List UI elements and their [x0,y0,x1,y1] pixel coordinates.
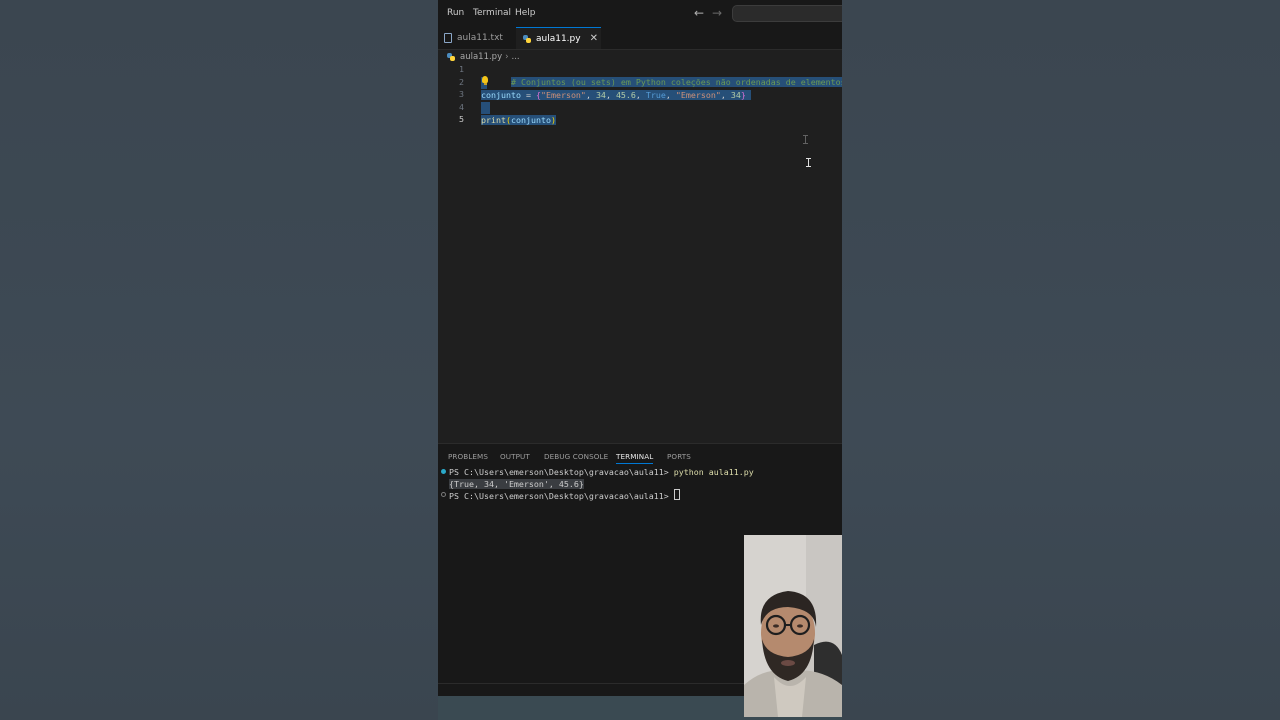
menu-terminal[interactable]: Terminal [473,8,511,18]
code-line-3[interactable]: conjunto = {"Emerson", 34, 45.6, True, "… [481,89,751,101]
string-token: "Emerson" [540,90,586,100]
breadcrumb-ellipsis[interactable]: ... [512,52,520,62]
line-number: 4 [459,101,464,112]
keyword-token: True [645,90,666,100]
string-token: "Emerson" [675,90,721,100]
code-line-4[interactable] [481,101,490,114]
function-token: print [481,115,506,125]
text-cursor-icon [803,135,808,144]
terminal-cursor [673,489,680,500]
tab-output[interactable]: OUTPUT [500,452,530,461]
tab-problems[interactable]: PROBLEMS [448,452,488,461]
separator-token: , [665,90,676,100]
title-bar: Run Terminal Help ← → [438,0,842,27]
lightbulb-icon[interactable] [482,76,488,85]
tab-aula11-txt[interactable]: aula11.txt [438,27,522,49]
command-idle-icon[interactable] [441,492,446,497]
number-token: 34 [595,90,606,100]
tab-terminal[interactable]: TERMINAL [616,452,654,464]
python-file-icon [447,53,455,61]
python-file-icon [523,34,531,43]
separator-token: , [720,90,731,100]
forward-arrow-icon[interactable]: → [712,6,722,20]
back-arrow-icon[interactable]: ← [694,6,704,20]
number-token: 45.6 [615,90,636,100]
argument-token: conjunto [510,115,551,125]
terminal-line-1[interactable]: PS C:\Users\emerson\Desktop\gravacao\aul… [449,466,754,478]
terminal-prompt: PS C:\Users\emerson\Desktop\gravacao\aul… [449,467,674,477]
paren-token: ) [550,115,556,125]
code-line-1[interactable]: # Conjuntos (ou sets) em Python coleções… [481,64,842,87]
text-file-icon [444,33,452,43]
tab-ports[interactable]: PORTS [667,452,691,461]
line-number: 2 [459,76,464,87]
presenter-video-icon [744,535,842,717]
breadcrumb-file[interactable]: aula11.py [460,52,502,62]
terminal-prompt: PS C:\Users\emerson\Desktop\gravacao\aul… [449,491,674,501]
tab-aula11-py[interactable]: aula11.py ✕ [516,27,601,49]
terminal-output: {True, 34, 'Emerson', 45.6} [449,479,584,489]
menu-help[interactable]: Help [515,8,536,18]
terminal-command: python aula11.py [673,467,754,477]
outer-background-left [0,0,438,720]
separator-token: , [585,90,596,100]
command-center-search[interactable] [732,5,842,22]
webcam-overlay [744,535,842,717]
tab-label: aula11.txt [457,33,503,43]
mouse-ibeam-icon [806,158,811,167]
breadcrumb: aula11.py › ... [447,51,520,63]
line-number: 3 [459,89,464,99]
outer-background-right [842,0,1280,720]
code-editor[interactable]: 1 2 3 4 5 # Conjuntos (ou sets) em Pytho… [438,63,842,443]
comment-token: # Conjuntos (ou sets) em Python coleções… [510,77,842,87]
var-token: conjunto [481,90,521,100]
breadcrumb-separator-icon: › [505,52,509,62]
separator-token: , [635,90,646,100]
line-number-current: 5 [459,114,464,124]
editor-tab-bar: aula11.txt aula11.py ✕ [438,27,842,50]
line-number: 1 [459,64,464,74]
code-line-5[interactable]: print(conjunto) [481,114,556,126]
command-success-icon[interactable] [441,469,446,474]
separator-token: , [605,90,616,100]
close-icon[interactable]: ✕ [590,33,598,44]
tab-label: aula11.py [536,33,581,44]
menu-run[interactable]: Run [447,8,464,18]
operator-token: = [520,90,536,100]
tab-debug-console[interactable]: DEBUG CONSOLE [544,452,608,461]
terminal-line-3[interactable]: PS C:\Users\emerson\Desktop\gravacao\aul… [449,489,680,501]
number-token: 34 [730,90,741,100]
